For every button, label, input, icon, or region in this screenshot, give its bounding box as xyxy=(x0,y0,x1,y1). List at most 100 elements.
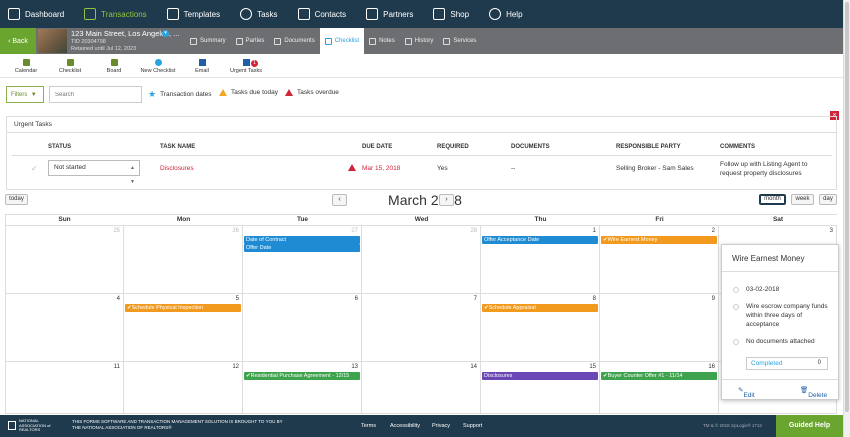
nav-templates[interactable]: Templates xyxy=(166,8,220,20)
day-cell[interactable]: 13 xyxy=(243,362,362,414)
nav-partners[interactable]: Partners xyxy=(366,8,413,20)
event-residential-purchase-agreement[interactable]: ✔Residential Purchase Agreement - 12/15 xyxy=(244,372,360,380)
parties-icon xyxy=(235,37,243,45)
status-select[interactable]: Not started ▲ ▼ xyxy=(48,160,140,185)
event-offer-acceptance-date[interactable]: Offer Acceptance Date xyxy=(482,236,598,244)
tab-parties[interactable]: Parties xyxy=(231,28,270,54)
view-day-button[interactable]: day xyxy=(819,194,837,205)
help-icon xyxy=(489,8,502,20)
toolbar-calendar[interactable]: Calendar xyxy=(4,59,48,77)
nav-tasks[interactable]: Tasks xyxy=(240,8,278,20)
col-required: REQUIRED xyxy=(437,144,469,150)
col-documents: DOCUMENTS xyxy=(511,144,550,150)
guided-help-button[interactable]: Guided Help xyxy=(776,415,843,437)
dow-wed: Wed xyxy=(414,216,429,223)
col-comments: COMMENTS xyxy=(720,144,755,150)
filter-icon: ▼ xyxy=(30,91,37,98)
footer-link-accessibility[interactable]: Accessibility xyxy=(390,423,420,429)
day-cell[interactable]: 28 xyxy=(362,226,481,294)
day-cell[interactable]: 12 xyxy=(124,362,243,414)
scrollbar-thumb[interactable] xyxy=(845,2,849,412)
nav-shop[interactable]: Shop xyxy=(433,8,469,20)
event-schedule-physical-inspection[interactable]: ✔Schedule Physical Inspection xyxy=(125,304,241,312)
tab-documents[interactable]: Documents xyxy=(269,28,319,54)
popover-footer: ✎ Edit 🗑 Delete xyxy=(722,379,838,399)
nav-dashboard[interactable]: Dashboard xyxy=(8,8,64,20)
toolbar-checklist[interactable]: Checklist xyxy=(48,59,92,77)
dow-sun: Sun xyxy=(58,216,71,223)
scrollbar[interactable] xyxy=(843,0,850,437)
day-cell[interactable]: 6 xyxy=(243,294,362,362)
overdue-icon xyxy=(348,164,360,173)
event-popover: Wire Earnest Money 03-02-2018 Wire escro… xyxy=(721,244,839,400)
documents-icon xyxy=(274,37,282,45)
header-divider xyxy=(12,155,832,156)
day-cell[interactable]: 26 xyxy=(124,226,243,294)
toolbar-board[interactable]: Board xyxy=(92,59,136,77)
popover-date: 03-02-2018 xyxy=(746,286,780,293)
event-offer-date[interactable]: Offer Date xyxy=(244,244,360,252)
event-date-of-contract[interactable]: Date of Contract xyxy=(244,236,360,244)
dow-tue: Tue xyxy=(296,216,309,223)
tab-checklist[interactable]: Checklist xyxy=(319,28,365,54)
nav-transactions[interactable]: Transactions xyxy=(84,8,147,20)
task-documents: -- xyxy=(511,165,516,172)
summary-icon xyxy=(190,37,197,45)
toolbar-urgent-tasks[interactable]: 1 Urgent Tasks xyxy=(224,59,268,77)
view-month-button[interactable]: month xyxy=(759,194,786,205)
day-cell[interactable]: 14 xyxy=(362,362,481,414)
popover-description: Wire escrow company funds within three d… xyxy=(746,303,828,328)
handshake-icon xyxy=(366,8,379,20)
toolbar-new-checklist[interactable]: New Checklist xyxy=(136,59,180,77)
col-due-date: DUE DATE xyxy=(362,144,393,150)
checklist-icon xyxy=(66,59,74,66)
today-button[interactable]: today xyxy=(5,194,28,205)
view-week-button[interactable]: week xyxy=(791,194,814,205)
sort-arrows-icon: ▲ ▼ xyxy=(130,165,135,185)
check-icon[interactable]: ✓ xyxy=(31,164,38,173)
legend-overdue: Tasks overdue xyxy=(285,89,339,96)
task-due-date: Mar 15, 2018 xyxy=(362,165,401,172)
popover-documents: No documents attached xyxy=(746,338,815,345)
top-navigation: Dashboard Transactions Templates Tasks C… xyxy=(0,0,850,28)
footer-link-terms[interactable]: Terms xyxy=(361,423,376,429)
back-button[interactable]: ‹ Back xyxy=(0,28,36,54)
day-cell[interactable]: 25 xyxy=(5,226,124,294)
calendar-icon xyxy=(733,287,739,293)
next-month-button[interactable]: › xyxy=(439,194,454,206)
delete-button[interactable]: 🗑 Delete xyxy=(800,386,827,399)
toolbar-email[interactable]: Email xyxy=(180,59,224,77)
tab-notes[interactable]: Notes xyxy=(364,28,400,54)
tab-history[interactable]: History xyxy=(400,28,439,54)
edit-button[interactable]: ✎ Edit xyxy=(738,386,755,399)
tab-services[interactable]: Services xyxy=(438,28,481,54)
day-cell[interactable]: 4 xyxy=(5,294,124,362)
task-name-link[interactable]: Disclosures xyxy=(160,165,194,172)
day-cell[interactable]: 16 xyxy=(600,362,719,414)
nar-icon xyxy=(8,421,16,431)
nar-logo: NATIONAL ASSOCIATION of REALTORS xyxy=(8,418,54,433)
shop-icon xyxy=(433,8,446,20)
day-cell[interactable]: 15 xyxy=(481,362,600,414)
footer-link-privacy[interactable]: Privacy xyxy=(432,423,450,429)
event-wire-earnest-money[interactable]: ✔Wire Earnest Money xyxy=(601,236,717,244)
filters-button[interactable]: Filters ▼ xyxy=(6,86,44,103)
event-schedule-appraisal[interactable]: ✔Schedule Appraisal xyxy=(482,304,598,312)
day-cell[interactable]: 7 xyxy=(362,294,481,362)
day-cell[interactable]: 11 xyxy=(5,362,124,414)
legend-due-today: Tasks due today xyxy=(219,89,278,96)
col-status: STATUS xyxy=(48,144,72,150)
footer-link-support[interactable]: Support xyxy=(463,423,482,429)
event-buyer-counter-offer[interactable]: ✔Buyer Counter Offer #1 - 11/14 xyxy=(601,372,717,380)
search-input[interactable] xyxy=(49,86,142,103)
chevron-down-icon[interactable]: ▾ xyxy=(162,30,169,37)
popover-status-select[interactable]: Completed 0 xyxy=(746,357,828,370)
day-cell[interactable]: 9 xyxy=(600,294,719,362)
property-thumbnail xyxy=(38,29,67,53)
nav-contacts[interactable]: Contacts xyxy=(297,8,346,20)
warning-yellow-icon xyxy=(219,89,227,96)
prev-month-button[interactable]: ‹ xyxy=(332,194,347,206)
tab-summary[interactable]: Summary xyxy=(185,28,231,54)
event-disclosures[interactable]: Disclosures xyxy=(482,372,598,380)
nav-help[interactable]: Help xyxy=(489,8,523,20)
